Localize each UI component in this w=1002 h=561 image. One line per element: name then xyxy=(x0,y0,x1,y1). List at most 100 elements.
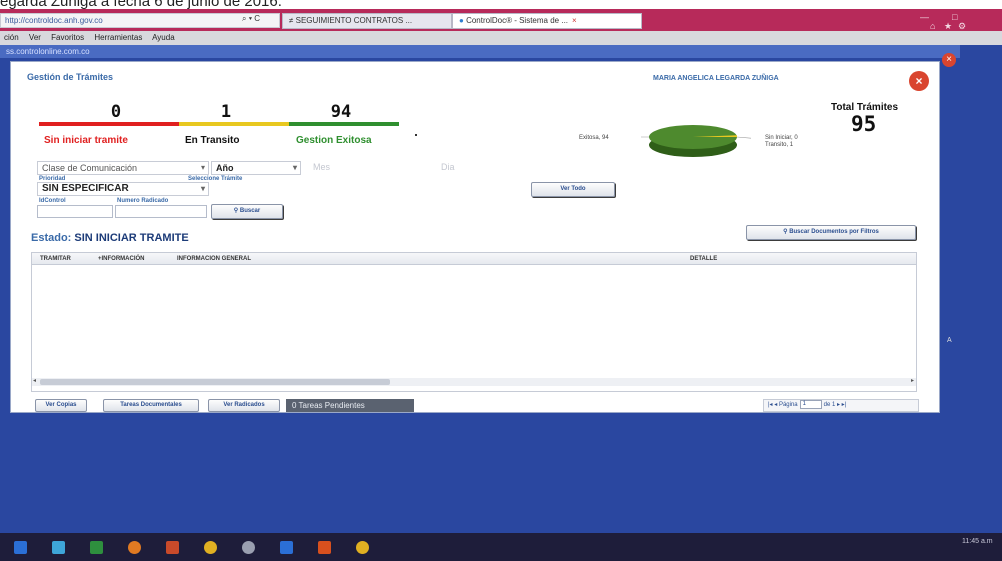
chevron-down-icon: ▾ xyxy=(200,184,205,193)
close-icon[interactable]: × xyxy=(909,71,929,91)
tareas-documentales-button[interactable]: Tareas Documentales xyxy=(103,399,199,412)
scroll-left-icon[interactable]: ◂ xyxy=(33,377,36,384)
panel-title: Gestión de Trámites xyxy=(27,72,114,82)
counter-bar-red xyxy=(39,122,179,126)
ver-radicados-button[interactable]: Ver Radicados xyxy=(208,399,280,412)
browser-window: http://controldoc.anh.gov.co ⌕ ▾ C ≠ SEG… xyxy=(0,9,1002,561)
menu-item-ayuda[interactable]: Ayuda xyxy=(152,33,175,42)
column-header-detalle[interactable]: DETALLE xyxy=(690,253,717,265)
last-page-icon[interactable]: ▸| xyxy=(842,402,847,408)
word-icon[interactable] xyxy=(14,541,27,554)
media-icon[interactable] xyxy=(242,541,255,554)
explorer-icon[interactable] xyxy=(52,541,65,554)
tab-label: ≠ SEGUIMIENTO CONTRATOS ... xyxy=(289,16,413,25)
search-icon: ⚲ xyxy=(233,208,239,214)
home-icon[interactable]: ⌂ xyxy=(930,21,935,31)
link-bar[interactable]: ss.controlonline.com.co xyxy=(0,45,960,58)
comunicacion-select[interactable]: Clase de Comunicación ▾ xyxy=(37,161,209,175)
counter-en-transito: 1 xyxy=(220,102,232,122)
anio-select[interactable]: Año ▾ xyxy=(211,161,301,175)
column-header-informacion[interactable]: +INFORMACIÓN xyxy=(98,253,145,265)
tramites-panel: Gestión de Trámites MARIA ANGELICA LEGAR… xyxy=(10,61,940,413)
outlook-icon[interactable] xyxy=(280,541,293,554)
estado-heading: Estado: SIN INICIAR TRAMITE xyxy=(31,232,189,244)
counter-exitosa: 94 xyxy=(330,102,352,122)
maximize-icon[interactable]: □ xyxy=(952,12,957,22)
comunicacion-value: Clase de Comunicación xyxy=(42,163,138,173)
address-controls[interactable]: ⌕ ▾ C xyxy=(242,14,260,24)
ver-copias-button[interactable]: Ver Copias xyxy=(35,399,87,412)
scrollbar-thumb[interactable] xyxy=(40,379,390,385)
prioridad-select[interactable]: SIN ESPECIFICAR ▾ xyxy=(37,182,209,196)
firefox-icon[interactable] xyxy=(128,541,141,554)
estado-value: SIN INICIAR TRAMITE xyxy=(74,232,189,244)
page-label: Página xyxy=(778,402,798,409)
prev-page-icon[interactable]: ◂ xyxy=(774,402,777,408)
total-value: 95 xyxy=(851,112,877,136)
chevron-down-icon: ▾ xyxy=(200,163,205,172)
search-icon: ⚲ xyxy=(783,229,788,235)
menu-item-favoritos[interactable]: Favoritos xyxy=(51,33,84,42)
menu-item-herramientas[interactable]: Herramientas xyxy=(94,33,142,42)
page-number-input[interactable]: 1 xyxy=(799,400,822,409)
idcontrol-label: IdControl xyxy=(39,198,66,204)
menu-item-partial[interactable]: ción xyxy=(4,33,19,42)
scroll-right-icon[interactable]: ▸ xyxy=(911,377,914,384)
counter-sin-iniciar: 0 xyxy=(110,102,122,122)
pie-leader-right xyxy=(736,136,751,139)
label-gestion-exitosa[interactable]: Gestion Exitosa xyxy=(296,135,372,146)
tramites-grid[interactable]: TRAMITAR +INFORMACIÓN INFORMACION GENERA… xyxy=(31,252,917,392)
side-edge-text: A xyxy=(947,337,952,344)
label-en-transito[interactable]: En Transito xyxy=(185,135,239,146)
radicado-label: Numero Radicado xyxy=(117,198,169,204)
pie-label-sin-iniciar: Sin Iniciar, 0 xyxy=(765,135,798,141)
dia-select[interactable]: Dia xyxy=(441,162,455,172)
address-bar[interactable]: http://controldoc.anh.gov.co xyxy=(0,13,280,28)
label-sin-iniciar[interactable]: Sin iniciar tramite xyxy=(44,135,128,146)
pie-label-transito: Transito, 1 xyxy=(765,142,794,148)
buscar-label: Buscar xyxy=(239,208,261,214)
mes-select[interactable]: Mes xyxy=(313,162,330,172)
link-bar-text: ss.controlonline.com.co xyxy=(6,47,90,56)
powerpoint-icon[interactable] xyxy=(166,541,179,554)
menu-bar: ción Ver Favoritos Herramientas Ayuda xyxy=(0,31,1002,45)
grid-header: TRAMITAR +INFORMACIÓN INFORMACION GENERA… xyxy=(32,253,916,265)
window-close-icon[interactable]: × xyxy=(942,53,956,67)
page-total: de 1 xyxy=(823,402,836,409)
counter-bar-green xyxy=(289,122,399,126)
buscar-filtros-button[interactable]: ⚲ Buscar Documentos por Filtros xyxy=(746,225,916,240)
title-bar: http://controldoc.anh.gov.co ⌕ ▾ C ≠ SEG… xyxy=(0,9,1002,31)
tab-close-icon[interactable]: × xyxy=(572,16,577,25)
first-page-icon[interactable]: |◂ xyxy=(768,402,773,408)
chrome-icon-2[interactable] xyxy=(356,541,369,554)
radicado-input[interactable] xyxy=(115,205,207,218)
tab-seguimiento[interactable]: ≠ SEGUIMIENTO CONTRATOS ... xyxy=(282,13,452,29)
user-name: MARIA ANGELICA LEGARDA ZUÑIGA xyxy=(653,75,779,82)
taskbar-clock[interactable]: 11:45 a.m xyxy=(962,537,993,546)
address-text: http://controldoc.anh.gov.co xyxy=(5,16,103,25)
prioridad-value: SIN ESPECIFICAR xyxy=(42,183,129,194)
pie-label-exitosa: Exitosa, 94 xyxy=(579,135,609,141)
status-pie-chart xyxy=(641,125,751,157)
buscar-filtros-label: Buscar Documentos por Filtros xyxy=(789,229,879,235)
horizontal-scrollbar[interactable]: ◂ ▸ xyxy=(32,378,916,386)
office-icon[interactable] xyxy=(318,541,331,554)
estado-prefix: Estado: xyxy=(31,232,72,244)
ver-todo-button[interactable]: Ver Todo xyxy=(531,182,615,197)
tareas-pendientes-status: 0 Tareas Pendientes xyxy=(286,399,414,412)
column-header-informacion-general[interactable]: INFORMACION GENERAL xyxy=(177,253,251,265)
controldoc-tab-icon: ● xyxy=(459,16,464,25)
idcontrol-input[interactable] xyxy=(37,205,113,218)
chrome-icon[interactable] xyxy=(204,541,217,554)
buscar-button[interactable]: ⚲ Buscar xyxy=(211,204,283,219)
tab-controldoc[interactable]: ● ControlDoc® - Sistema de ... × xyxy=(452,13,642,29)
excel-icon[interactable] xyxy=(90,541,103,554)
anio-value: Año xyxy=(216,163,234,173)
counter-bar-yellow xyxy=(179,122,289,126)
column-header-tramitar[interactable]: TRAMITAR xyxy=(40,253,71,265)
next-page-icon[interactable]: ▸ xyxy=(837,402,840,408)
grid-pager: |◂ ◂ Página 1 de 1 ▸ ▸| xyxy=(763,399,919,412)
menu-item-ver[interactable]: Ver xyxy=(29,33,41,42)
minimize-icon[interactable]: — xyxy=(920,12,929,22)
tab-label: ControlDoc® - Sistema de ... xyxy=(466,16,569,25)
